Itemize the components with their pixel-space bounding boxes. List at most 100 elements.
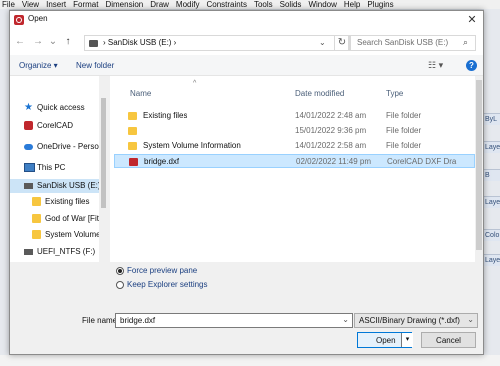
- nav-item[interactable]: OneDrive - Person: [10, 140, 99, 154]
- file-name: Existing files: [143, 111, 188, 120]
- folder-icon: [128, 142, 137, 150]
- app-menubar: File View Insert Format Dimension Draw Modify C…: [0, 0, 500, 9]
- file-list-scrollbar[interactable]: [475, 76, 483, 262]
- menu-item-draw[interactable]: Draw: [150, 0, 169, 9]
- file-name-field[interactable]: bridge.dxf ⌄: [115, 313, 353, 328]
- menu-item-help[interactable]: Help: [344, 0, 360, 9]
- background-panel-label: Colo: [484, 229, 500, 241]
- menu-item-solids[interactable]: Solids: [280, 0, 302, 9]
- menu-item-insert[interactable]: Insert: [46, 0, 66, 9]
- scrollbar-thumb[interactable]: [476, 80, 482, 250]
- file-date: 14/01/2022 2:58 am: [295, 141, 367, 150]
- menu-item-format[interactable]: Format: [73, 0, 98, 9]
- corelcad-app-icon: [14, 15, 24, 25]
- open-button[interactable]: Open ▾: [357, 332, 413, 348]
- onedrive-icon: [24, 144, 33, 150]
- nav-item-label: Quick access: [37, 103, 85, 112]
- file-type-select[interactable]: ASCII/Binary Drawing (*.dxf) ⌄: [354, 313, 478, 328]
- nav-item-label: This PC: [37, 163, 66, 172]
- cancel-button-label: Cancel: [436, 336, 461, 345]
- file-name-label: File name:: [82, 316, 120, 325]
- nav-item[interactable]: ★ Quick access: [10, 101, 99, 115]
- background-panel-label: Laye: [484, 254, 500, 266]
- usb-drive-icon: [89, 40, 98, 47]
- file-name-dropdown-icon[interactable]: ⌄: [342, 315, 349, 324]
- navigation-pane-scrollbar[interactable]: [99, 76, 108, 262]
- address-bar[interactable]: › SanDisk USB (E:) › ⌄: [84, 35, 349, 51]
- menu-item-tools[interactable]: Tools: [254, 0, 273, 9]
- column-type[interactable]: Type: [386, 89, 403, 98]
- file-date: 14/01/2022 2:48 am: [295, 111, 367, 120]
- open-split-dropdown-icon[interactable]: ▾: [401, 333, 413, 347]
- menu-item-constraints[interactable]: Constraints: [206, 0, 246, 9]
- file-list: Name ^ Date modified Type Existing files…: [110, 76, 475, 262]
- column-headers: Name ^ Date modified Type: [110, 80, 475, 102]
- keep-explorer-label: Keep Explorer settings: [127, 280, 208, 289]
- new-folder-button[interactable]: New folder: [76, 61, 114, 70]
- force-preview-label: Force preview pane: [127, 266, 198, 275]
- search-placeholder: Search SanDisk USB (E:): [357, 38, 449, 47]
- folder-icon: [128, 112, 137, 120]
- menu-item-dimension[interactable]: Dimension: [105, 0, 143, 9]
- nav-item-label: UEFI_NTFS (F:): [37, 247, 96, 256]
- drive-icon: [24, 249, 33, 255]
- nav-item[interactable]: God of War [FitG: [10, 212, 99, 226]
- background-panel-label: Laye: [484, 141, 500, 153]
- menu-item-modify[interactable]: Modify: [176, 0, 200, 9]
- file-type-dropdown-icon: ⌄: [467, 315, 474, 324]
- file-row[interactable]: 15/01/2022 9:36 pm File folder: [114, 124, 475, 138]
- change-view-icon[interactable]: ☷ ▾: [428, 60, 443, 71]
- folder-icon: [32, 230, 41, 239]
- background-panel-label: ByL: [484, 113, 500, 125]
- search-input[interactable]: Search SanDisk USB (E:) ⌕: [350, 35, 476, 51]
- nav-item-label: God of War [FitG: [45, 214, 99, 223]
- nav-item-label: System Volume I: [45, 230, 99, 239]
- folder-icon: [128, 127, 137, 135]
- address-dropdown-icon[interactable]: ⌄: [319, 38, 326, 47]
- dialog-titlebar: Open ✕: [10, 11, 483, 29]
- close-button[interactable]: ✕: [465, 13, 479, 27]
- help-icon[interactable]: ?: [466, 60, 477, 71]
- cancel-button[interactable]: Cancel: [421, 332, 476, 348]
- corelcad-icon: [24, 121, 33, 130]
- address-path: › SanDisk USB (E:) ›: [103, 38, 177, 47]
- file-type: File folder: [386, 111, 422, 120]
- scrollbar-thumb[interactable]: [101, 98, 106, 208]
- nav-item[interactable]: Existing files: [10, 195, 99, 209]
- nav-item[interactable]: UEFI_NTFS (F:): [10, 245, 99, 259]
- file-date: 02/02/2022 11:49 pm: [296, 157, 372, 166]
- file-row[interactable]: bridge.dxf 02/02/2022 11:49 pm CorelCAD DX…: [114, 154, 475, 168]
- menu-item-window[interactable]: Window: [308, 0, 336, 9]
- search-icon: ⌕: [463, 37, 469, 47]
- nav-item[interactable]: This PC: [10, 161, 99, 175]
- file-row[interactable]: Existing files 14/01/2022 2:48 am File fol…: [114, 109, 475, 123]
- force-preview-radio[interactable]: [116, 267, 124, 275]
- menu-item-plugins[interactable]: Plugins: [367, 0, 393, 9]
- open-file-dialog: Open ✕ ← → ⌄ ↑ › SanDisk USB (E:) › ⌄ ↻ …: [9, 10, 484, 355]
- star-icon: ★: [24, 102, 33, 113]
- nav-item-label: SanDisk USB (E:): [37, 181, 99, 190]
- sort-ascending-icon: ^: [193, 80, 197, 87]
- refresh-button[interactable]: ↻: [334, 35, 350, 51]
- forward-arrow-icon[interactable]: →: [32, 36, 44, 48]
- back-arrow-icon[interactable]: ←: [14, 36, 26, 48]
- nav-item[interactable]: System Volume I: [10, 228, 99, 242]
- nav-item-label: CorelCAD: [37, 121, 74, 130]
- nav-item[interactable]: CorelCAD: [10, 119, 99, 133]
- nav-item[interactable]: SanDisk USB (E:): [10, 179, 99, 193]
- up-folder-arrow-icon[interactable]: ↑: [62, 36, 74, 48]
- nav-item[interactable]: EFI: [10, 261, 99, 262]
- navigation-pane: ★ Quick access CorelCAD OneDrive - Person Th…: [10, 76, 108, 262]
- folder-icon: [32, 214, 41, 223]
- recent-locations-chevron-icon[interactable]: ⌄: [47, 36, 59, 48]
- file-type-value: ASCII/Binary Drawing (*.dxf): [359, 316, 460, 325]
- column-name[interactable]: Name: [130, 89, 151, 98]
- menu-item-file[interactable]: File: [2, 0, 15, 9]
- file-row[interactable]: System Volume Information 14/01/2022 2:58…: [114, 139, 475, 153]
- file-name-value: bridge.dxf: [120, 316, 156, 325]
- keep-explorer-radio[interactable]: [116, 281, 124, 289]
- menu-item-view[interactable]: View: [22, 0, 39, 9]
- background-panel-label: B: [484, 169, 500, 181]
- column-date-modified[interactable]: Date modified: [295, 89, 344, 98]
- organize-button[interactable]: Organize ▾: [19, 61, 58, 70]
